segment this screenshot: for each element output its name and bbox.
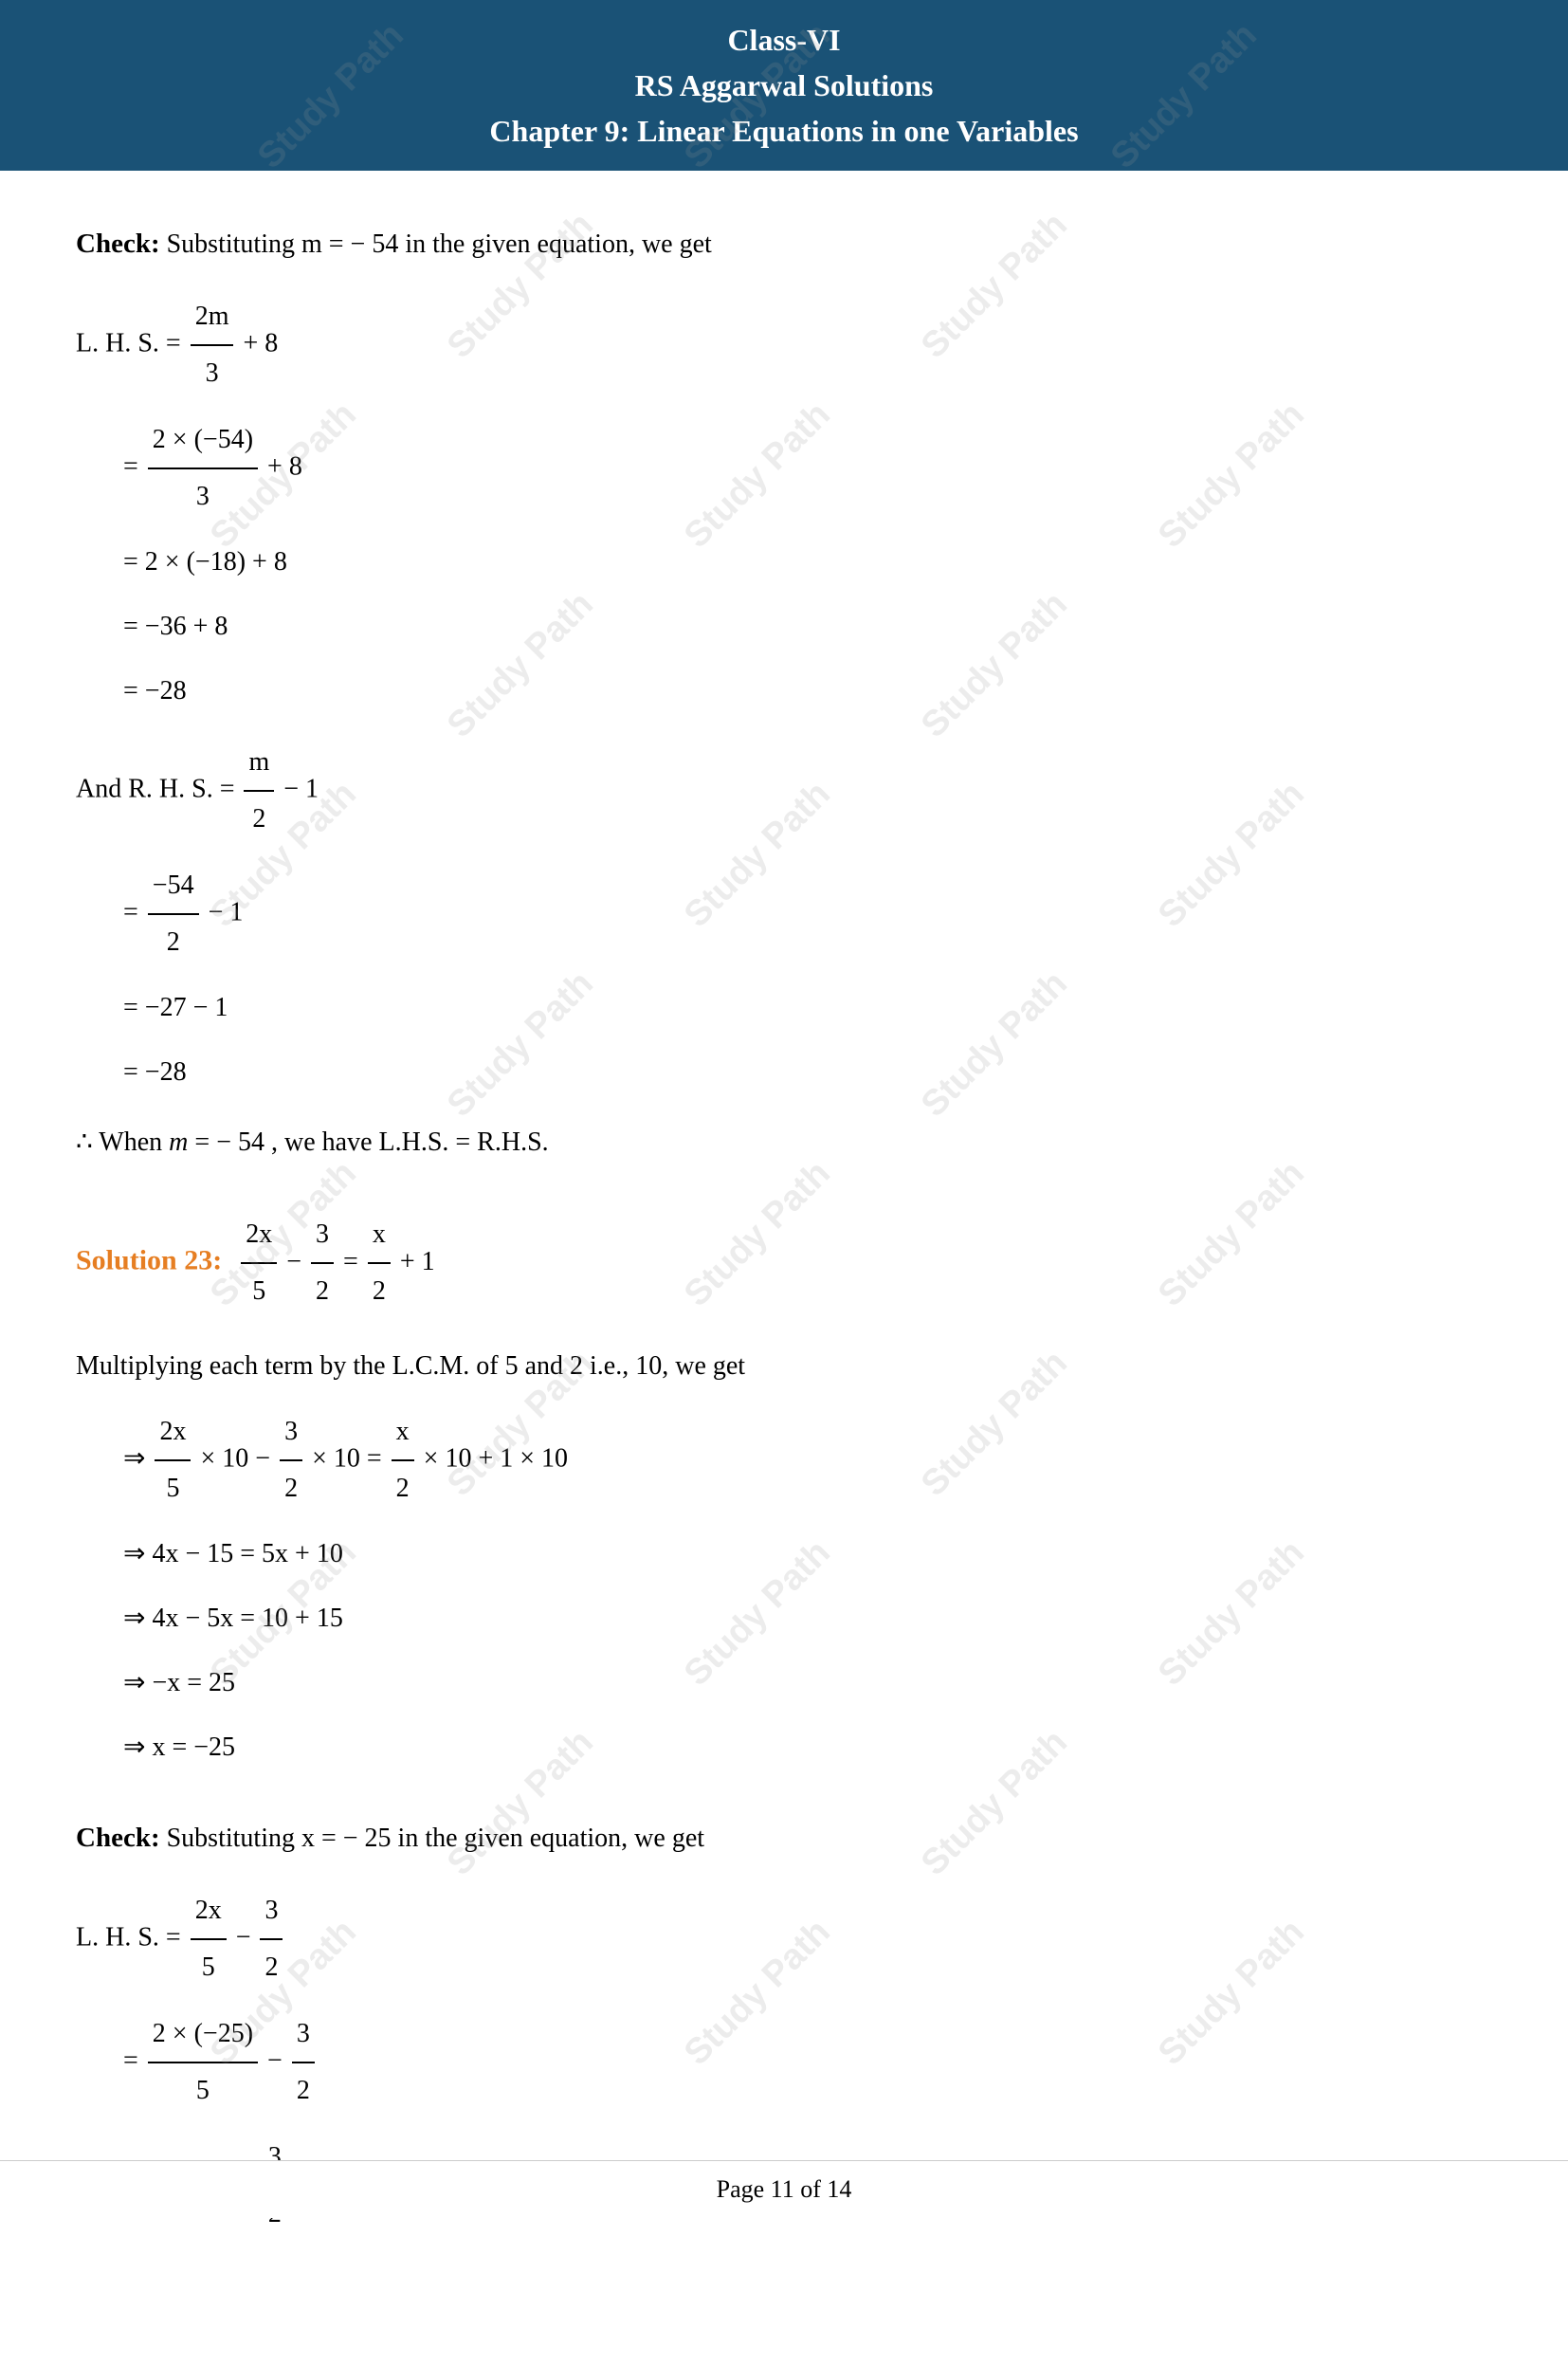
- solution23-label: Solution 23:: [76, 1245, 222, 1276]
- rhs-step2-text: = −27 − 1: [123, 993, 228, 1022]
- check2-lhs-label: L. H. S. =: [76, 1923, 188, 1952]
- therefore-symbol: ∴ When m = − 54 , we have L.H.S. = R.H.S…: [76, 1128, 549, 1157]
- rhs-fraction-denominator: 2: [247, 792, 270, 847]
- lhs-step1-numerator: 2 × (−54): [148, 412, 258, 469]
- rhs-block: And R. H. S. = m 2 − 1: [76, 735, 1492, 847]
- sol23-step4-text: ⇒ x = −25: [123, 1732, 235, 1762]
- lhs-fraction-denominator: 3: [201, 346, 224, 401]
- lhs-step1-plus8: + 8: [267, 452, 302, 482]
- check-section-1: Check: Substituting m = − 54 in the give…: [76, 218, 1492, 1169]
- check-label: Check:: [76, 229, 160, 259]
- header-line3: Chapter 9: Linear Equations in one Varia…: [0, 108, 1568, 154]
- check-intro: Check: Substituting m = − 54 in the give…: [76, 218, 1492, 270]
- rhs-step1-minus1: − 1: [209, 898, 244, 927]
- lhs-step2-text: = 2 × (−18) + 8: [123, 547, 287, 577]
- solution23-equation: 2x 5 − 3 2 = x 2 + 1: [238, 1247, 434, 1276]
- sol23-ms-frac3: x 2: [392, 1404, 414, 1516]
- check2-label: Check:: [76, 1823, 160, 1853]
- rhs-step2: = −27 − 1: [76, 981, 1492, 1035]
- conclusion: ∴ When m = − 54 , we have L.H.S. = R.H.S…: [76, 1116, 1492, 1169]
- header-line2: RS Aggarwal Solutions: [0, 63, 1568, 108]
- check2-lhs-frac1: 2x 5: [191, 1883, 227, 1995]
- check2-intro-text: Substituting x = − 25 in the given equat…: [167, 1824, 704, 1853]
- lhs-step4: = −28: [76, 665, 1492, 718]
- lhs-block: L. H. S. = 2m 3 + 8: [76, 289, 1492, 401]
- sol23-multiply-step: ⇒ 2x 5 × 10 − 3 2 × 10 = x 2 × 10 + 1 × …: [76, 1404, 1492, 1516]
- page-footer: Page 11 of 14: [0, 2160, 1568, 2218]
- rhs-label: And R. H. S. =: [76, 775, 241, 804]
- page-number: Page 11 of 14: [717, 2175, 852, 2203]
- sol23-frac1: 2x 5: [241, 1207, 277, 1319]
- check2-lhs-block: L. H. S. = 2x 5 − 3 2: [76, 1883, 1492, 1995]
- solution23-heading-line: Solution 23: 2x 5 − 3 2 = x 2 + 1: [76, 1207, 1492, 1319]
- lhs-step3-text: = −36 + 8: [123, 612, 228, 641]
- main-content: Check: Substituting m = − 54 in the give…: [0, 171, 1568, 2365]
- sol23-step2-text: ⇒ 4x − 5x = 10 + 15: [123, 1604, 343, 1633]
- lhs-step1-denominator: 3: [191, 469, 214, 524]
- lhs-label: L. H. S. =: [76, 329, 188, 358]
- solution-23-section: Solution 23: 2x 5 − 3 2 = x 2 + 1: [76, 1207, 1492, 1774]
- sol23-step3: ⇒ −x = 25: [76, 1657, 1492, 1710]
- lhs-step1-fraction: 2 × (−54) 3: [148, 412, 258, 524]
- sol23-frac3: x 2: [368, 1207, 391, 1319]
- check2-step1-frac1: 2 × (−25) 5: [148, 2007, 258, 2118]
- check2-lhs-frac2: 3 2: [260, 1883, 283, 1995]
- header-line1: Class-VI: [0, 17, 1568, 63]
- rhs-step1-fraction: −54 2: [148, 858, 199, 970]
- check-intro-text: Substituting m = − 54 in the given equat…: [167, 229, 712, 259]
- lhs-step3: = −36 + 8: [76, 600, 1492, 653]
- page-header: Class-VI RS Aggarwal Solutions Chapter 9…: [0, 0, 1568, 171]
- sol23-step1: ⇒ 4x − 15 = 5x + 10: [76, 1528, 1492, 1581]
- rhs-step3: = −28: [76, 1046, 1492, 1099]
- sol23-step4: ⇒ x = −25: [76, 1721, 1492, 1774]
- sol23-step3-text: ⇒ −x = 25: [123, 1668, 235, 1697]
- check2-step1-frac2: 3 2: [292, 2007, 315, 2118]
- sol23-frac2: 3 2: [311, 1207, 334, 1319]
- rhs-step1-eq: =: [123, 898, 145, 927]
- lhs-main-fraction: 2m 3: [191, 289, 234, 401]
- rhs-fraction-numerator: m: [244, 735, 274, 792]
- sol23-step1-text: ⇒ 4x − 15 = 5x + 10: [123, 1539, 343, 1568]
- rhs-minus1: − 1: [283, 775, 319, 804]
- solution23-multiplying: Multiplying each term by the L.C.M. of 5…: [76, 1340, 1492, 1393]
- lhs-step1-eq: =: [123, 452, 145, 482]
- check2-lhs-step1: = 2 × (−25) 5 − 3 2: [76, 2007, 1492, 2118]
- check2-intro: Check: Substituting x = − 25 in the give…: [76, 1812, 1492, 1864]
- rhs-step1: = −54 2 − 1: [76, 858, 1492, 970]
- lhs-step4-text: = −28: [123, 676, 187, 706]
- rhs-step1-denominator: 2: [162, 915, 185, 970]
- rhs-step1-numerator: −54: [148, 858, 199, 915]
- lhs-step1: = 2 × (−54) 3 + 8: [76, 412, 1492, 524]
- lhs-fraction-numerator: 2m: [191, 289, 234, 346]
- rhs-step3-text: = −28: [123, 1057, 187, 1087]
- sol23-ms-frac2: 3 2: [280, 1404, 302, 1516]
- rhs-main-fraction: m 2: [244, 735, 274, 847]
- lhs-step2: = 2 × (−18) + 8: [76, 536, 1492, 589]
- sol23-ms-frac1: 2x 5: [155, 1404, 191, 1516]
- sol23-step2: ⇒ 4x − 5x = 10 + 15: [76, 1592, 1492, 1645]
- lhs-plus8: + 8: [243, 329, 278, 358]
